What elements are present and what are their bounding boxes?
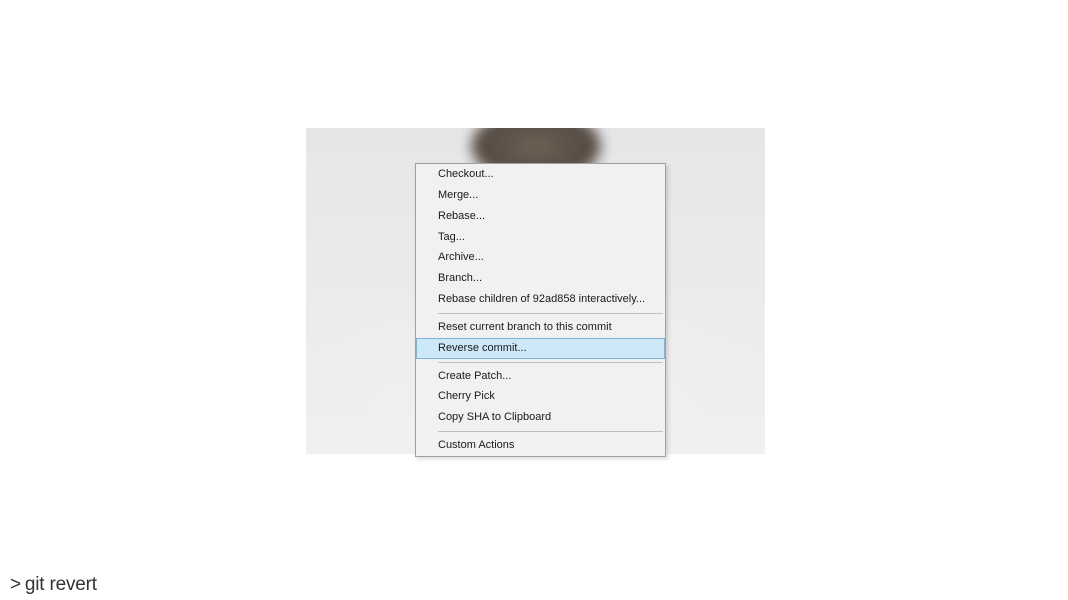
- menu-item-archive[interactable]: Archive...: [416, 247, 665, 268]
- caption-text: git revert: [25, 574, 97, 595]
- menu-separator: [438, 362, 663, 363]
- slide-caption: >git revert: [10, 574, 97, 596]
- menu-item-reset-current[interactable]: Reset current branch to this commit: [416, 317, 665, 338]
- menu-item-tag[interactable]: Tag...: [416, 227, 665, 248]
- menu-item-create-patch[interactable]: Create Patch...: [416, 366, 665, 387]
- menu-item-branch[interactable]: Branch...: [416, 268, 665, 289]
- menu-separator: [438, 431, 663, 432]
- menu-item-cherry-pick[interactable]: Cherry Pick: [416, 386, 665, 407]
- menu-item-copy-sha[interactable]: Copy SHA to Clipboard: [416, 407, 665, 428]
- menu-item-reverse-commit[interactable]: Reverse commit...: [416, 338, 665, 359]
- menu-item-rebase[interactable]: Rebase...: [416, 206, 665, 227]
- menu-item-checkout[interactable]: Checkout...: [416, 164, 665, 185]
- menu-item-custom-actions[interactable]: Custom Actions: [416, 435, 665, 456]
- caption-prompt: >: [10, 574, 21, 595]
- menu-item-merge[interactable]: Merge...: [416, 185, 665, 206]
- menu-item-rebase-children[interactable]: Rebase children of 92ad858 interactively…: [416, 289, 665, 310]
- context-menu: Checkout... Merge... Rebase... Tag... Ar…: [415, 163, 666, 457]
- menu-separator: [438, 313, 663, 314]
